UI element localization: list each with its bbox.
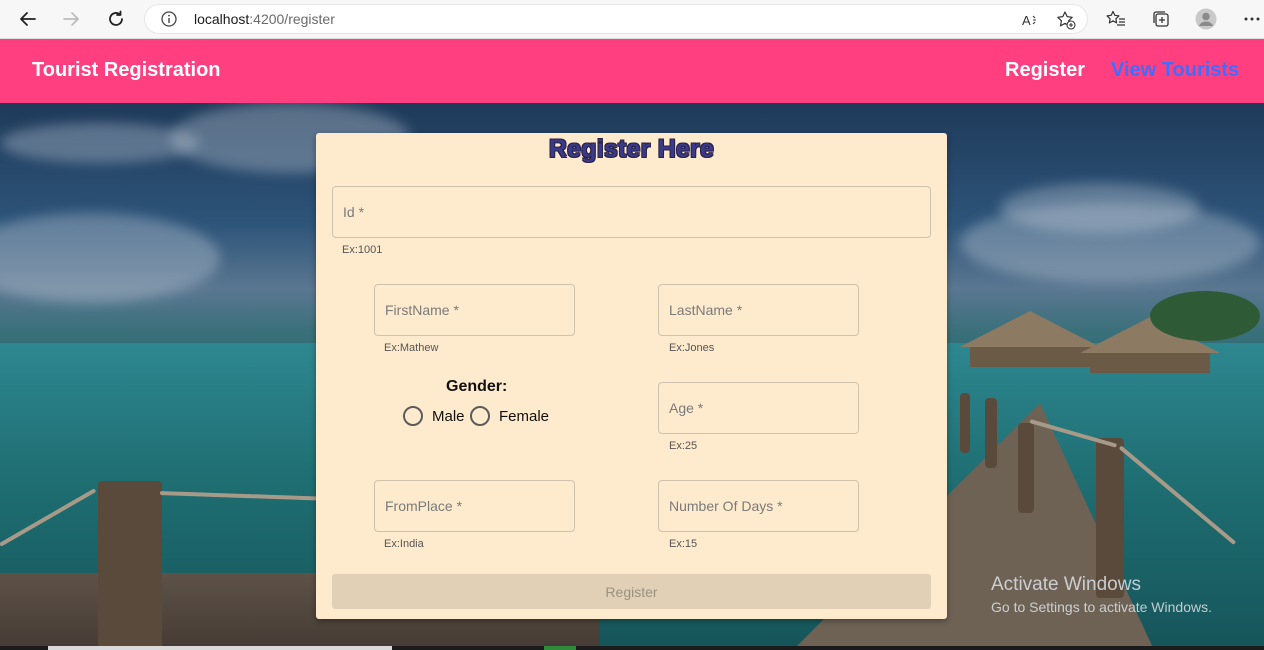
url-text: localhost:4200/register <box>194 11 335 27</box>
radio-circle-icon[interactable] <box>403 406 423 426</box>
first-name-input[interactable] <box>375 285 574 335</box>
register-submit-button[interactable]: Register <box>332 574 931 609</box>
age-input[interactable] <box>659 383 858 433</box>
browser-chrome: localhost:4200/register A <box>0 0 1264 39</box>
age-field[interactable] <box>658 382 859 434</box>
number-of-days-hint: Ex:15 <box>669 538 698 550</box>
favorites-icon[interactable] <box>1104 7 1128 31</box>
from-place-field[interactable] <box>374 480 575 532</box>
activate-windows-title: Activate Windows <box>991 574 1141 595</box>
more-icon[interactable] <box>1240 7 1264 31</box>
svg-text:A: A <box>1022 13 1031 28</box>
id-input[interactable] <box>333 187 930 237</box>
activate-windows-subtitle: Go to Settings to activate Windows. <box>991 599 1212 615</box>
gender-male-radio[interactable]: Male <box>403 406 465 426</box>
profile-icon[interactable] <box>1194 7 1218 31</box>
last-name-field[interactable] <box>658 284 859 336</box>
refresh-icon[interactable] <box>102 6 130 32</box>
id-field[interactable] <box>332 186 931 238</box>
gender-female-label[interactable]: Female <box>499 408 549 425</box>
address-bar[interactable]: localhost:4200/register A <box>144 4 1088 34</box>
age-hint: Ex:25 <box>669 440 698 452</box>
id-hint: Ex:1001 <box>342 244 383 256</box>
nav-register-link[interactable]: Register <box>1005 59 1085 82</box>
number-of-days-input[interactable] <box>659 481 858 531</box>
url-host: localhost <box>194 11 250 27</box>
nav-view-tourists-link[interactable]: View Tourists <box>1111 59 1239 82</box>
first-name-hint: Ex:Mathew <box>384 342 439 354</box>
number-of-days-field[interactable] <box>658 480 859 532</box>
app-brand: Tourist Registration <box>32 59 221 81</box>
gender-male-label[interactable]: Male <box>432 408 465 425</box>
first-name-field[interactable] <box>374 284 575 336</box>
taskbar <box>0 646 1264 650</box>
add-favorite-icon[interactable] <box>1056 10 1076 30</box>
from-place-input[interactable] <box>375 481 574 531</box>
back-icon[interactable] <box>14 6 42 32</box>
radio-circle-icon[interactable] <box>470 406 490 426</box>
app-toolbar: Tourist Registration Register View Touri… <box>0 39 1264 103</box>
last-name-hint: Ex:Jones <box>669 342 715 354</box>
url-path: :4200/register <box>249 11 335 27</box>
gender-female-radio[interactable]: Female <box>470 406 549 426</box>
collections-icon[interactable] <box>1149 7 1173 31</box>
form-title: Register Here <box>548 135 715 163</box>
read-aloud-icon[interactable]: A <box>1021 10 1041 30</box>
last-name-input[interactable] <box>659 285 858 335</box>
info-icon[interactable] <box>161 11 177 32</box>
gender-label: Gender: <box>446 378 508 395</box>
from-place-hint: Ex:India <box>384 538 424 550</box>
forward-icon[interactable] <box>57 6 85 32</box>
